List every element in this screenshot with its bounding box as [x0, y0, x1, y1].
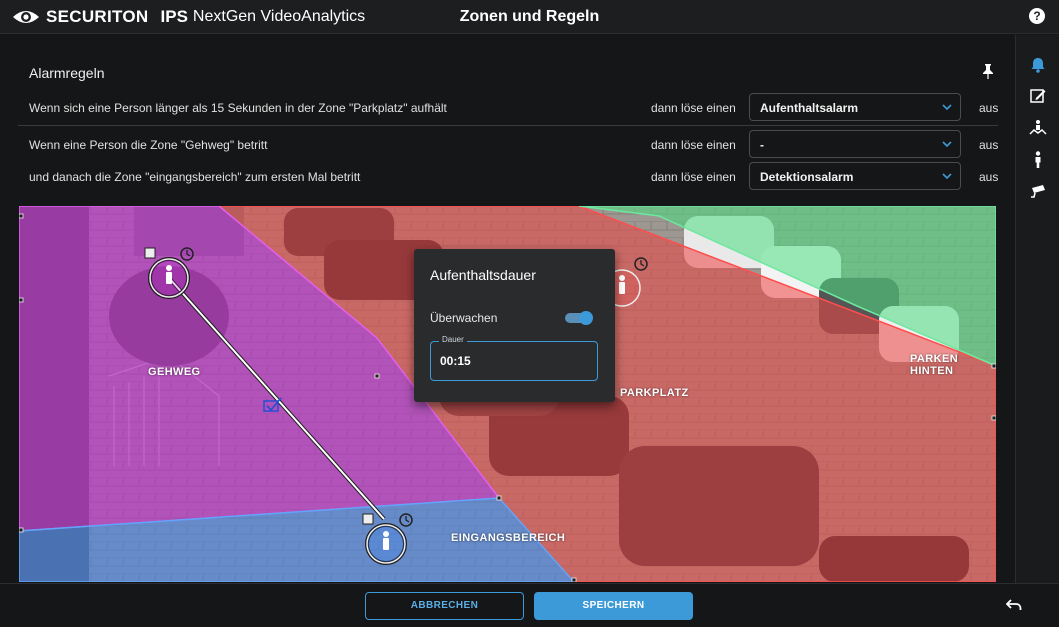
rule-text: Wenn sich eine Person länger als 15 Seku…: [29, 101, 447, 115]
zone-label-gehweg: GEHWEG: [148, 366, 201, 378]
popup-title: Aufenthaltsdauer: [430, 267, 536, 283]
panel-title: Alarmregeln: [29, 65, 105, 81]
rule-row: Wenn sich eine Person länger als 15 Seku…: [18, 93, 998, 123]
chevron-down-icon: [942, 173, 952, 180]
select-value: -: [760, 138, 764, 152]
bell-icon[interactable]: [1028, 55, 1048, 75]
dwell-time-popup: Aufenthaltsdauer Überwachen Dauer 00:15: [414, 249, 615, 402]
top-bar: SECURITON IPS NextGen VideoAnalytics Zon…: [0, 0, 1059, 34]
chevron-down-icon: [942, 141, 952, 148]
zone-person-icon[interactable]: [1028, 118, 1048, 138]
rule-then-label: dann löse einen: [651, 170, 736, 184]
help-icon[interactable]: ?: [1029, 8, 1045, 24]
brand-ips: IPS: [160, 7, 188, 26]
rule-text: und danach die Zone "eingangsbereich" zu…: [29, 170, 361, 184]
alarm-type-select[interactable]: -: [749, 130, 961, 158]
divider: [18, 125, 998, 126]
monitor-toggle[interactable]: [565, 311, 593, 325]
pin-icon[interactable]: [981, 63, 995, 79]
brand-product: NextGen VideoAnalytics: [192, 8, 366, 25]
person-marker-icon[interactable]: [148, 257, 190, 299]
select-value: Detektionsalarm: [760, 170, 854, 184]
duration-value[interactable]: 00:15: [440, 354, 471, 368]
duration-field[interactable]: Dauer 00:15: [430, 335, 598, 381]
rule-text: Wenn eine Person die Zone "Gehweg" betri…: [29, 138, 268, 152]
zone-label-parkplatz: PARKPLATZ: [620, 387, 689, 399]
zone-label-parken-hinten: PARKEN HINTEN: [910, 353, 959, 377]
edit-icon[interactable]: [1028, 86, 1048, 106]
alarm-rules-panel: Alarmregeln Wenn sich eine Person länger…: [0, 35, 1015, 206]
rule-then-label: dann löse einen: [651, 138, 736, 152]
rule-then-label: dann löse einen: [651, 101, 736, 115]
save-button[interactable]: SPEICHERN: [534, 592, 693, 620]
toggle-knob: [579, 311, 593, 325]
rule-row: Wenn eine Person die Zone "Gehweg" betri…: [18, 130, 998, 160]
alarm-type-select[interactable]: Aufenthaltsalarm: [749, 93, 961, 121]
duration-label: Dauer: [439, 335, 467, 344]
rule-state: aus: [979, 170, 999, 184]
monitor-label: Überwachen: [430, 311, 498, 325]
person-icon[interactable]: [1028, 150, 1048, 170]
undo-icon[interactable]: [1006, 598, 1022, 612]
rule-state: aus: [979, 138, 999, 152]
chevron-down-icon: [942, 104, 952, 111]
delete-icon[interactable]: [362, 513, 374, 525]
delete-icon[interactable]: [144, 247, 156, 259]
securiton-eye-icon: [13, 11, 39, 23]
bottom-bar: ABBRECHEN SPEICHERN: [0, 583, 1059, 627]
brand-logo: SECURITON IPS NextGen VideoAnalytics: [12, 6, 365, 28]
zone-label-eingangsbereich: EINGANGSBEREICH: [451, 532, 566, 544]
brand-name: SECURITON: [46, 7, 149, 26]
rule-state: aus: [979, 101, 999, 115]
cancel-button[interactable]: ABBRECHEN: [365, 592, 524, 620]
person-marker-icon[interactable]: [365, 523, 407, 565]
rule-row: und danach die Zone "eingangsbereich" zu…: [18, 162, 998, 192]
right-toolbar: [1015, 35, 1059, 583]
camera-icon[interactable]: [1028, 182, 1048, 202]
alarm-type-select[interactable]: Detektionsalarm: [749, 162, 961, 190]
select-value: Aufenthaltsalarm: [760, 101, 859, 115]
